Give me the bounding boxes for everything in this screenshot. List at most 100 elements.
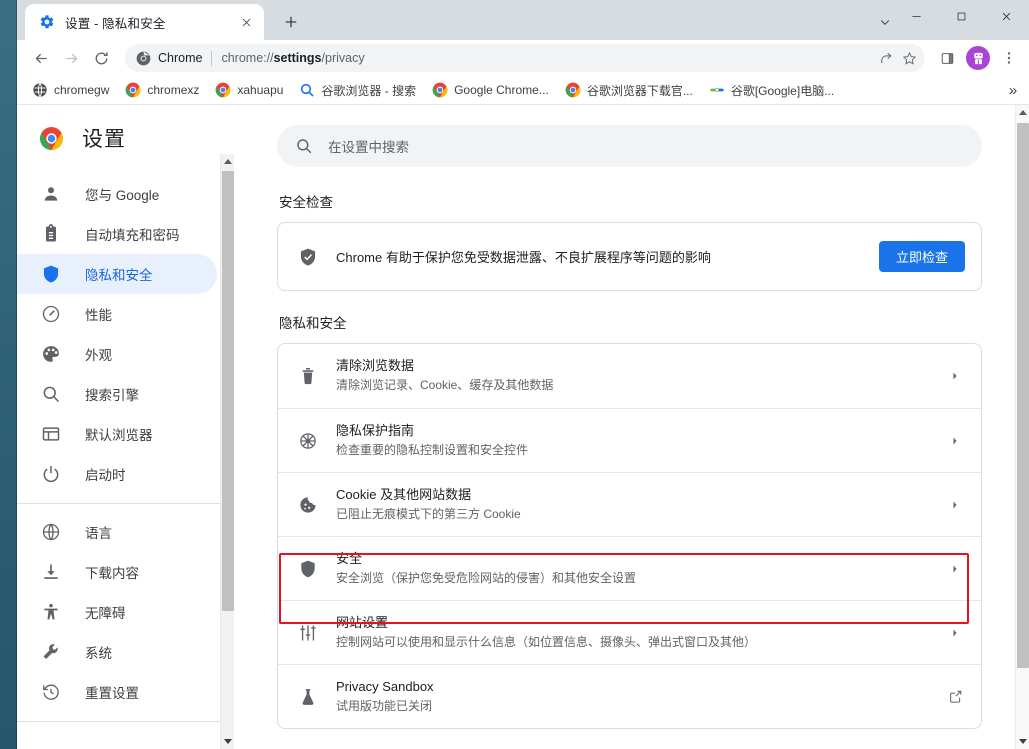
run-safety-check-button[interactable]: 立即检查 — [878, 241, 965, 272]
omnibox-divider — [211, 50, 213, 66]
settings-content: 安全检查 Chrome 有助于保护您免受数据泄露、不良扩展程序等问题的影响 立即… — [234, 167, 1029, 729]
close-button[interactable] — [984, 0, 1029, 32]
three-dot-menu-icon[interactable] — [995, 44, 1023, 72]
browser-tab-settings[interactable]: 设置 - 隐私和安全 — [25, 4, 264, 40]
wrench-icon — [43, 644, 58, 659]
row-title: 隐私保护指南 — [336, 422, 415, 438]
bookmarks-overflow-button[interactable]: » — [1001, 78, 1025, 102]
scroll-down-icon[interactable] — [221, 734, 235, 749]
sidebar-item-search-engine[interactable]: 搜索引擎 — [17, 374, 217, 414]
row-security[interactable]: 安全 安全浏览（保护您免受危险网站的侵害）和其他安全设置 — [278, 536, 981, 600]
sidebar-item-label: 搜索引擎 — [85, 388, 139, 403]
person-icon — [44, 187, 58, 201]
safety-check-description: Chrome 有助于保护您免受数据泄露、不良扩展程序等问题的影响 — [336, 250, 711, 265]
browser-window-icon — [42, 427, 60, 441]
row-subtitle: 清除浏览记录、Cookie、缓存及其他数据 — [336, 378, 554, 393]
bookmark-label: xahuapu — [237, 83, 284, 97]
sidebar-nav: 您与 Google 自动填充和密码 隐私和安全 性能 外观 搜索引擎 默认浏览器… — [17, 167, 234, 712]
row-site-settings[interactable]: 网站设置 控制网站可以使用和显示什么信息（如位置信息、摄像头、弹出式窗口及其他） — [278, 600, 981, 664]
bookmark-item[interactable]: 谷歌浏览器 - 搜索 — [292, 79, 423, 102]
row-subtitle: 控制网站可以使用和显示什么信息（如位置信息、摄像头、弹出式窗口及其他） — [336, 634, 757, 649]
main-scrollbar-thumb[interactable] — [1017, 123, 1029, 668]
browser-window: 设置 - 隐私和安全 Chrome chrome://settings/priv… — [17, 0, 1029, 749]
bookmark-item[interactable]: Google Chrome... — [425, 79, 556, 101]
sidebar-item-system[interactable]: 系统 — [17, 632, 217, 672]
sidebar-item-downloads[interactable]: 下载内容 — [17, 552, 217, 592]
search-placeholder: 在设置中搜索 — [328, 140, 409, 155]
omnibox-chip-label: Chrome — [158, 51, 203, 65]
scroll-up-icon[interactable] — [221, 154, 235, 169]
sidebar-item-languages[interactable]: 语言 — [17, 512, 217, 552]
close-icon[interactable] — [236, 12, 256, 32]
scroll-up-icon[interactable] — [1016, 105, 1029, 120]
main-scrollbar[interactable] — [1015, 105, 1029, 749]
chevron-right-icon[interactable] — [945, 495, 965, 515]
chevron-right-icon[interactable] — [945, 366, 965, 386]
sidebar-item-label: 重置设置 — [85, 686, 139, 701]
bookmark-item[interactable]: 谷歌[Google]电脑... — [702, 79, 841, 102]
search-row: 在设置中搜索 — [234, 105, 1029, 167]
safety-check-card: Chrome 有助于保护您免受数据泄露、不良扩展程序等问题的影响 立即检查 — [277, 222, 982, 291]
star-icon[interactable] — [897, 46, 921, 70]
sidebar-scrollbar-thumb[interactable] — [222, 171, 234, 611]
address-bar[interactable]: Chrome chrome://settings/privacy — [125, 44, 925, 72]
row-subtitle: 试用版功能已关闭 — [336, 698, 433, 713]
reload-icon[interactable] — [87, 44, 115, 72]
new-tab-button[interactable] — [277, 8, 305, 36]
row-text: Privacy Sandbox 试用版功能已关闭 — [336, 677, 927, 717]
scroll-down-icon[interactable] — [1016, 734, 1029, 749]
arrow-left-icon[interactable] — [27, 44, 55, 72]
row-clear-browsing-data[interactable]: 清除浏览数据 清除浏览记录、Cookie、缓存及其他数据 — [278, 344, 981, 408]
profile-avatar[interactable] — [966, 46, 990, 70]
bookmark-label: chromegw — [54, 83, 110, 97]
chevron-right-icon[interactable] — [945, 431, 965, 451]
search-icon — [301, 83, 314, 97]
chrome-logo-icon — [40, 126, 63, 150]
settings-main: 在设置中搜索 安全检查 Chrome 有助于保护您免受数据泄露、不良扩展程序等问… — [234, 105, 1029, 749]
window-controls — [894, 0, 1029, 32]
sidebar-item-appearance[interactable]: 外观 — [17, 334, 217, 374]
bookmarks-bar: chromegw chromexz xahuapu 谷歌浏览器 - 搜索 Goo… — [17, 76, 1029, 105]
chevron-right-icon[interactable] — [945, 623, 965, 643]
sidebar-item-you-and-google[interactable]: 您与 Google — [17, 174, 217, 214]
download-icon — [44, 564, 58, 579]
search-input[interactable]: 在设置中搜索 — [277, 125, 982, 167]
sidebar-item-on-startup[interactable]: 启动时 — [17, 454, 217, 494]
sidebar-item-label: 语言 — [85, 526, 112, 541]
bookmark-item[interactable]: chromegw — [25, 79, 116, 101]
bookmark-item[interactable]: chromexz — [118, 79, 206, 101]
omnibox-chip: Chrome — [136, 51, 202, 66]
speedometer-icon — [42, 305, 60, 323]
sidebar-item-default-browser[interactable]: 默认浏览器 — [17, 414, 217, 454]
sidebar-item-reset-settings[interactable]: 重置设置 — [17, 672, 217, 712]
minimize-button[interactable] — [894, 0, 939, 32]
sidebar-item-label: 性能 — [85, 308, 112, 323]
bookmark-item[interactable]: 谷歌浏览器下载官... — [558, 79, 700, 102]
sidebar-item-accessibility[interactable]: 无障碍 — [17, 592, 217, 632]
row-privacy-sandbox[interactable]: Privacy Sandbox 试用版功能已关闭 — [278, 664, 981, 728]
row-title: Cookie 及其他网站数据 — [336, 486, 472, 502]
arrow-right-icon[interactable] — [57, 44, 85, 72]
sidebar-item-autofill-passwords[interactable]: 自动填充和密码 — [17, 214, 217, 254]
section-title-privacy-security: 隐私和安全 — [279, 316, 347, 331]
sidebar-scrollbar[interactable] — [220, 154, 234, 749]
share-icon[interactable] — [873, 46, 897, 70]
settings-page: 设置 您与 Google 自动填充和密码 隐私和安全 性能 外观 搜索引擎 默认… — [17, 105, 1029, 749]
globe-icon — [42, 523, 60, 541]
maximize-button[interactable] — [939, 0, 984, 32]
row-title: 网站设置 — [336, 614, 389, 630]
side-panel-icon[interactable] — [933, 44, 961, 72]
clipboard-icon — [46, 224, 56, 242]
external-link-icon[interactable] — [945, 687, 965, 707]
sidebar-item-privacy-security[interactable]: 隐私和安全 — [17, 254, 217, 294]
search-icon — [297, 139, 312, 154]
row-subtitle: 安全浏览（保护您免受危险网站的侵害）和其他安全设置 — [336, 570, 637, 585]
row-privacy-guide[interactable]: 隐私保护指南 检查重要的隐私控制设置和安全控件 — [278, 408, 981, 472]
row-title: 清除浏览数据 — [336, 358, 415, 374]
row-text: 清除浏览数据 清除浏览记录、Cookie、缓存及其他数据 — [336, 356, 927, 396]
sidebar-item-performance[interactable]: 性能 — [17, 294, 217, 334]
chevron-right-icon[interactable] — [945, 559, 965, 579]
bookmark-item[interactable]: xahuapu — [208, 79, 290, 101]
row-cookies[interactable]: Cookie 及其他网站数据 已阻止无痕模式下的第三方 Cookie — [278, 472, 981, 536]
